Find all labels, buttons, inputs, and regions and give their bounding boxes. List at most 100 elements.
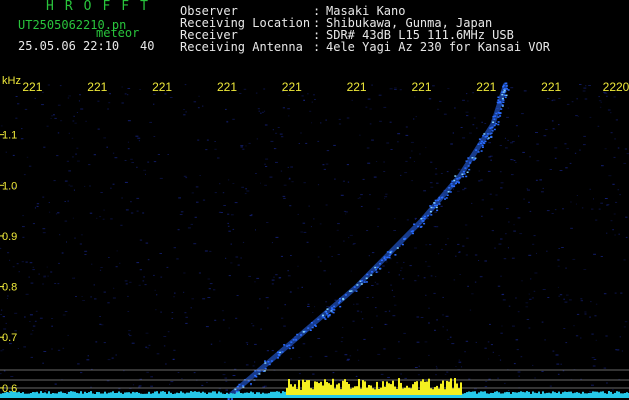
noise-speck [357, 349, 359, 351]
meteor-echo-point [451, 180, 454, 182]
spectrum-bar [118, 391, 120, 395]
noise-speck [405, 160, 408, 162]
noise-speck [159, 253, 162, 254]
noise-speck [185, 111, 187, 113]
noise-speck [400, 373, 402, 375]
noise-speck [497, 377, 499, 379]
noise-speck [197, 139, 200, 141]
spectrum-bar [522, 391, 524, 395]
noise-speck [269, 176, 273, 178]
meteor-echo-point [482, 134, 485, 137]
noise-speck [209, 283, 213, 285]
meteor-echo-point [375, 269, 378, 271]
noise-speck [303, 182, 306, 184]
spectrum-bar [580, 393, 582, 395]
noise-speck [112, 152, 115, 154]
meteor-echo-point [371, 271, 373, 273]
noise-speck [513, 230, 516, 232]
noise-speck [489, 155, 493, 157]
noise-speck [331, 256, 333, 257]
noise-speck [515, 339, 519, 341]
spectrum-bar [480, 391, 482, 395]
noise-speck [600, 101, 602, 103]
spectrum-bar [192, 391, 194, 395]
spectrum-bar [566, 392, 568, 395]
spectrum-bar [260, 393, 262, 395]
noise-speck [102, 218, 105, 220]
meteor-echo-point [497, 121, 500, 123]
noise-speck [619, 336, 621, 338]
noise-speck [121, 197, 123, 199]
noise-speck [308, 205, 310, 207]
spectrum-bar [74, 391, 76, 395]
y-tick-label: 0.9 [2, 231, 17, 243]
noise-speck [125, 283, 128, 285]
noise-speck [566, 103, 570, 105]
noise-speck [160, 311, 162, 313]
noise-speck [306, 241, 309, 243]
noise-speck [417, 275, 420, 277]
spectrum-bar [342, 380, 344, 395]
spectrum-bar [458, 388, 460, 395]
noise-speck [589, 316, 591, 318]
noise-speck [282, 107, 285, 109]
noise-speck [380, 381, 382, 382]
noise-speck [307, 93, 309, 95]
noise-speck [565, 167, 568, 169]
noise-speck [53, 114, 55, 116]
noise-speck [508, 390, 510, 391]
noise-speck [502, 299, 506, 301]
spectrum-bar [202, 391, 204, 395]
noise-speck [235, 256, 239, 258]
meteor-echo-point [277, 351, 280, 353]
meteor-echo-point [292, 347, 295, 349]
noise-speck [557, 373, 560, 375]
noise-speck [481, 199, 484, 201]
noise-speck [336, 229, 339, 231]
spectrum-bar [346, 382, 348, 395]
noise-speck [205, 149, 208, 151]
noise-speck [495, 194, 498, 196]
noise-speck [365, 106, 368, 108]
noise-speck [425, 261, 427, 263]
noise-speck [432, 85, 435, 87]
spectrum-bar [498, 392, 500, 395]
meteor-echo-point [290, 341, 293, 343]
noise-speck [554, 209, 557, 211]
meteor-echo-point [386, 256, 389, 259]
meteor-echo-point [383, 256, 386, 258]
spectrum-bar [610, 391, 612, 395]
noise-speck [25, 261, 28, 263]
noise-speck [169, 97, 173, 98]
spectrum-bar [44, 392, 46, 395]
x-tick-label: 2220 [603, 80, 629, 94]
meteor-echo-point [441, 196, 444, 198]
noise-speck [355, 375, 358, 377]
noise-speck [414, 280, 417, 282]
noise-speck [444, 373, 447, 375]
noise-speck [21, 128, 23, 130]
noise-speck [565, 267, 567, 269]
noise-speck [17, 348, 19, 349]
noise-speck [99, 216, 102, 218]
meteor-echo-point [487, 137, 490, 139]
noise-speck [510, 159, 513, 161]
noise-speck [58, 262, 60, 264]
noise-speck [387, 377, 390, 378]
spectrum-bar [168, 391, 170, 395]
noise-speck [7, 295, 9, 297]
noise-speck [350, 270, 352, 272]
noise-speck [172, 358, 175, 360]
spectrum-bar [572, 393, 574, 395]
noise-speck [302, 222, 306, 224]
meteor-echo-point [295, 339, 298, 341]
noise-speck [42, 362, 44, 364]
spectrum-bar [198, 391, 200, 395]
meteor-echo-point [238, 383, 241, 386]
meteor-echo-point [495, 112, 498, 115]
meteor-echo-point [489, 127, 492, 129]
noise-speck [546, 210, 550, 212]
noise-speck [147, 347, 149, 349]
noise-speck [499, 145, 502, 146]
spectrum-bar [224, 394, 226, 395]
